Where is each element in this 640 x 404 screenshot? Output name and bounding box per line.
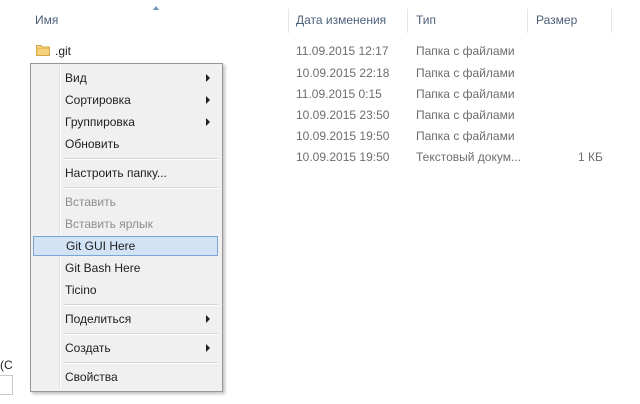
menu-item-label: Создать — [65, 341, 111, 355]
file-type: Папка с файлами — [416, 87, 515, 101]
menu-item-paste: Вставить — [33, 192, 218, 212]
menu-item-ticino[interactable]: Ticino — [33, 280, 218, 300]
menu-item-label: Группировка — [65, 115, 135, 129]
file-size: 1 КБ — [578, 150, 603, 164]
left-pane-clipped-field[interactable] — [0, 375, 13, 395]
file-type: Текстовый докум... — [416, 150, 521, 164]
menu-item-label: Вставить — [65, 195, 116, 209]
menu-separator — [64, 304, 218, 306]
menu-item-label: Сортировка — [65, 93, 131, 107]
column-divider[interactable] — [407, 9, 408, 33]
submenu-arrow-icon — [206, 344, 210, 352]
file-date: 10.09.2015 23:50 — [296, 108, 390, 122]
menu-item-sort[interactable]: Сортировка — [33, 90, 218, 110]
menu-item-view[interactable]: Вид — [33, 68, 218, 88]
left-pane-clipped-text: (C — [0, 358, 13, 372]
file-name: .git — [55, 44, 72, 58]
submenu-arrow-icon — [206, 118, 210, 126]
file-type: Папка с файлами — [416, 108, 515, 122]
file-date: 10.09.2015 19:50 — [296, 129, 390, 143]
submenu-arrow-icon — [206, 74, 210, 82]
folder-icon — [36, 45, 50, 56]
menu-item-git-gui[interactable]: Git GUI Here — [33, 236, 218, 256]
menu-item-share[interactable]: Поделиться — [33, 309, 218, 329]
file-date: 10.09.2015 19:50 — [296, 150, 390, 164]
column-divider[interactable] — [288, 9, 289, 33]
context-menu: Вид Сортировка Группировка Обновить Наст… — [30, 63, 223, 392]
file-date: 10.09.2015 22:18 — [296, 66, 390, 80]
column-divider[interactable] — [611, 9, 612, 33]
menu-item-git-bash[interactable]: Git Bash Here — [33, 258, 218, 278]
column-header-name[interactable]: Имя — [35, 13, 58, 27]
menu-item-label: Свойства — [65, 370, 118, 384]
submenu-arrow-icon — [206, 315, 210, 323]
column-header-date[interactable]: Дата изменения — [296, 13, 386, 27]
menu-item-label: Поделиться — [65, 312, 132, 326]
file-type: Папка с файлами — [416, 44, 515, 58]
column-header-size[interactable]: Размер — [536, 13, 577, 27]
file-date: 11.09.2015 0:15 — [296, 87, 382, 101]
sort-ascending-icon — [153, 6, 159, 10]
menu-item-label: Настроить папку... — [65, 166, 167, 180]
menu-separator — [64, 158, 218, 160]
menu-separator — [64, 187, 218, 189]
column-divider[interactable] — [527, 9, 528, 33]
menu-separator — [64, 362, 218, 364]
menu-item-customize-folder[interactable]: Настроить папку... — [33, 163, 218, 183]
menu-item-paste-shortcut: Вставить ярлык — [33, 214, 218, 234]
menu-item-refresh[interactable]: Обновить — [33, 134, 218, 154]
menu-item-group[interactable]: Группировка — [33, 112, 218, 132]
column-header-bar: Имя Дата изменения Тип Размер — [0, 0, 640, 36]
file-type: Папка с файлами — [416, 129, 515, 143]
file-date: 11.09.2015 12:17 — [296, 44, 389, 58]
submenu-arrow-icon — [206, 96, 210, 104]
menu-item-label: Ticino — [65, 283, 97, 297]
menu-item-label: Git GUI Here — [66, 239, 136, 253]
menu-item-label: Вид — [65, 71, 87, 85]
menu-item-create[interactable]: Создать — [33, 338, 218, 358]
file-type: Папка с файлами — [416, 66, 515, 80]
file-row-git[interactable]: .git 11.09.2015 12:17 Папка с файлами — [0, 40, 640, 61]
menu-item-label: Обновить — [65, 137, 120, 151]
menu-separator — [64, 333, 218, 335]
column-header-type[interactable]: Тип — [416, 13, 436, 27]
menu-item-label: Git Bash Here — [65, 261, 141, 275]
menu-item-properties[interactable]: Свойства — [33, 367, 218, 387]
menu-item-label: Вставить ярлык — [65, 217, 153, 231]
